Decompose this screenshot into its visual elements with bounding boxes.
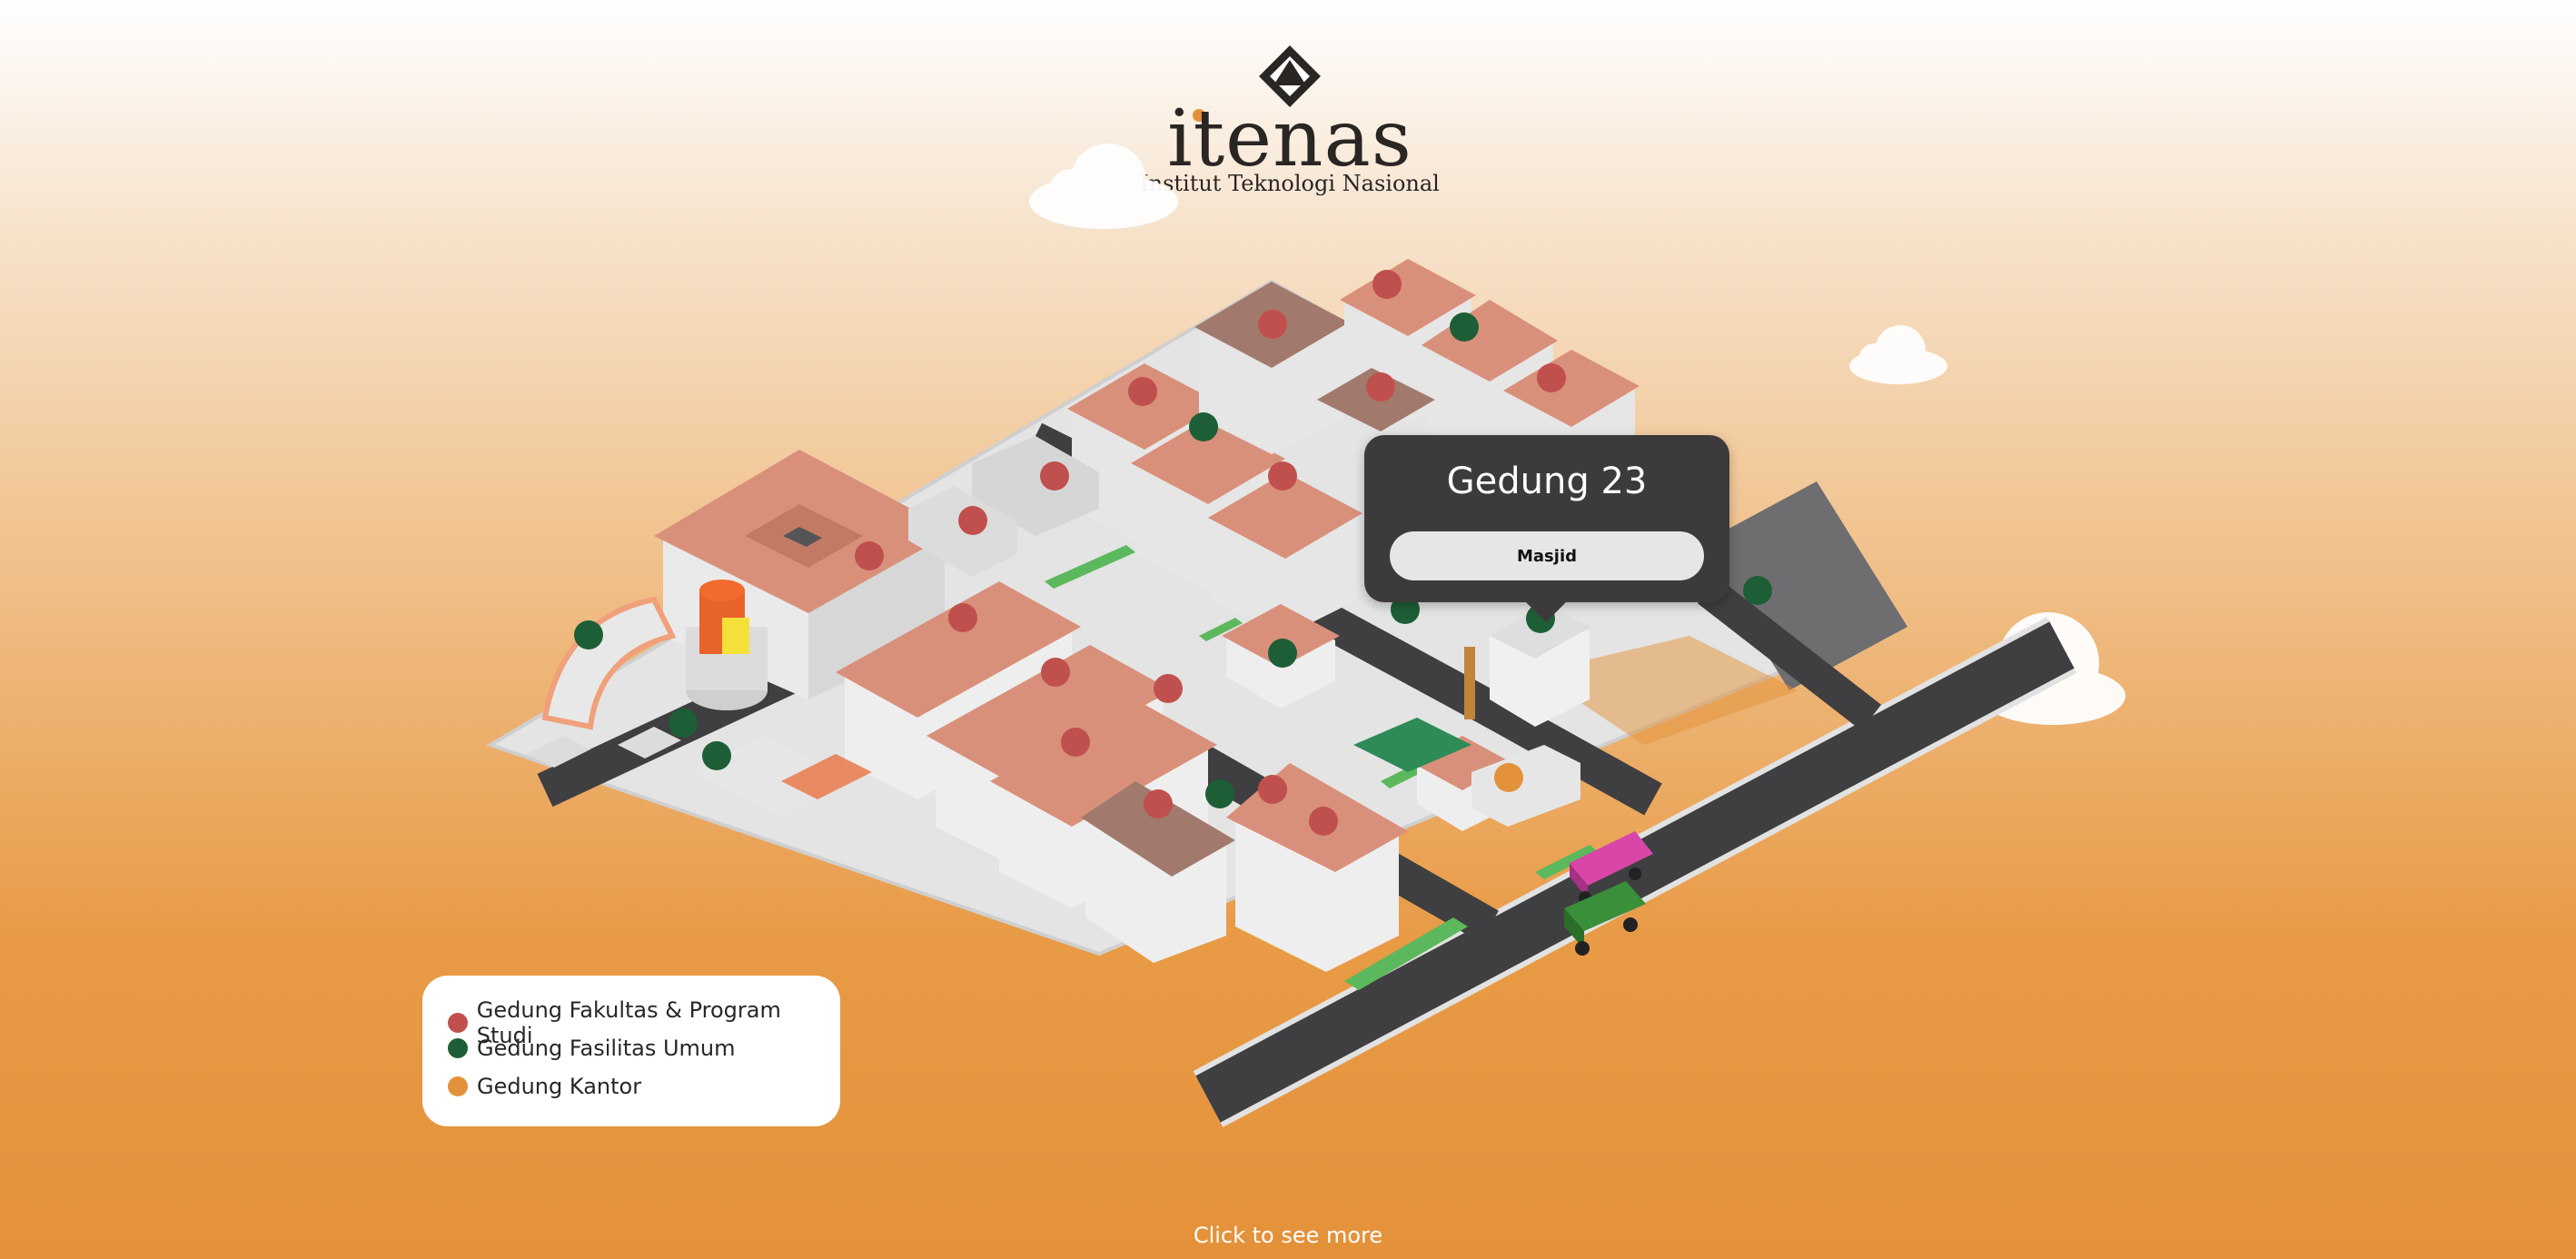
pin-faculty[interactable]: [948, 603, 977, 632]
pin-faculty[interactable]: [1144, 789, 1173, 818]
legend-label: Gedung Fasilitas Umum: [477, 1036, 736, 1061]
pin-office[interactable]: [1494, 763, 1523, 792]
tooltip-building-button[interactable]: Masjid: [1390, 531, 1704, 580]
cloud-right-top: [1849, 325, 1947, 384]
cloud-left: [1029, 144, 1178, 229]
pin-faculty[interactable]: [1040, 461, 1069, 491]
office-dot-icon: [448, 1076, 468, 1096]
pin-faculty[interactable]: [855, 541, 884, 570]
pin-public-facility[interactable]: [1743, 576, 1772, 605]
pin-public-facility[interactable]: [702, 741, 731, 770]
pin-public-facility[interactable]: [1268, 639, 1297, 668]
see-more-link[interactable]: Click to see more: [0, 1223, 2576, 1248]
pin-faculty[interactable]: [1128, 377, 1157, 406]
building-tooltip: Gedung 23 Masjid: [1364, 435, 1729, 622]
legend-item-public-facility: Gedung Fasilitas Umum: [448, 1036, 735, 1061]
pin-faculty[interactable]: [1268, 461, 1297, 491]
pin-faculty[interactable]: [958, 506, 987, 535]
legend-item-office: Gedung Kantor: [448, 1074, 641, 1099]
pin-faculty[interactable]: [1366, 372, 1395, 401]
pin-faculty[interactable]: [1372, 270, 1402, 299]
pin-public-facility[interactable]: [574, 620, 603, 649]
pin-public-facility[interactable]: [1205, 779, 1234, 808]
pin-faculty[interactable]: [1061, 728, 1090, 757]
pin-public-facility[interactable]: [669, 709, 698, 738]
pin-faculty[interactable]: [1041, 658, 1070, 687]
legend-label: Gedung Kantor: [477, 1074, 642, 1099]
tooltip-title: Gedung 23: [1446, 461, 1648, 502]
pin-faculty[interactable]: [1258, 310, 1287, 339]
map-legend: Gedung Fakultas & Program Studi Gedung F…: [422, 976, 840, 1126]
pin-faculty[interactable]: [1537, 363, 1566, 392]
pin-public-facility[interactable]: [1189, 412, 1218, 441]
pin-faculty[interactable]: [1258, 775, 1287, 804]
faculty-dot-icon: [448, 1013, 468, 1033]
tooltip-tail: [1524, 600, 1568, 622]
pin-faculty[interactable]: [1154, 674, 1183, 703]
public-facility-dot-icon: [448, 1038, 468, 1058]
pin-public-facility[interactable]: [1450, 312, 1479, 342]
campus-map[interactable]: [0, 0, 2576, 1259]
pin-faculty[interactable]: [1309, 807, 1338, 836]
